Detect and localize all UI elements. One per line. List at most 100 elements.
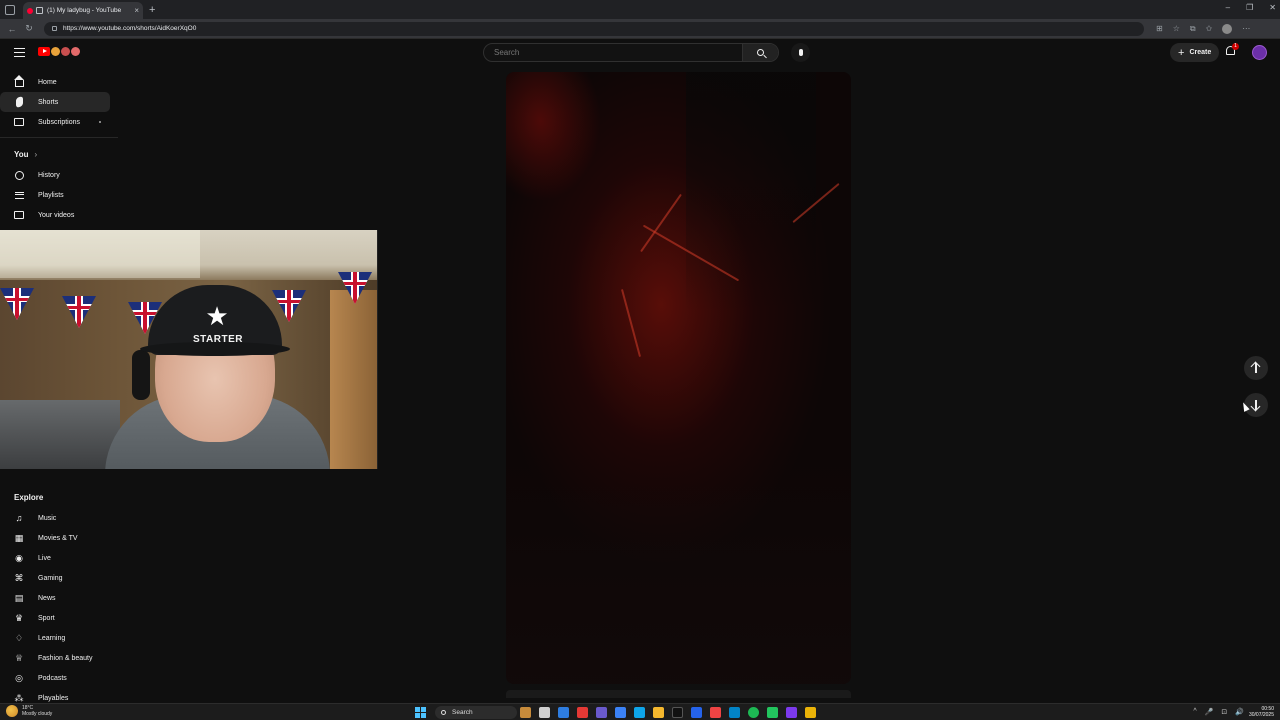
sidebar-item-home[interactable]: Home bbox=[0, 72, 110, 92]
network-icon[interactable]: ⊡ bbox=[1221, 708, 1227, 716]
taskbar-apps bbox=[520, 707, 816, 718]
doodle-icon bbox=[51, 47, 60, 56]
search-box bbox=[483, 43, 779, 62]
sidebar-item-gaming[interactable]: ⌘ Gaming bbox=[0, 568, 110, 588]
voice-search-button[interactable] bbox=[791, 43, 810, 62]
sidebar-section-you[interactable]: You › bbox=[0, 143, 118, 165]
app-icon[interactable] bbox=[691, 707, 702, 718]
close-window-button[interactable]: ✕ bbox=[1269, 3, 1276, 12]
video-bottom-fade bbox=[506, 452, 851, 684]
star-logo-icon: ★ bbox=[205, 302, 229, 332]
tiktok-app-icon[interactable] bbox=[672, 707, 683, 718]
sidebar-item-news[interactable]: ▤ News bbox=[0, 588, 110, 608]
podcasts-icon: ◎ bbox=[15, 672, 23, 683]
youtube-header: + Create 1 bbox=[0, 40, 1280, 65]
app-icon[interactable] bbox=[710, 707, 721, 718]
back-button[interactable]: ← bbox=[7, 24, 17, 34]
subscriptions-icon bbox=[14, 117, 24, 127]
browser-profile-avatar[interactable] bbox=[1222, 23, 1233, 34]
sidebar-item-sport[interactable]: ♛ Sport bbox=[0, 608, 110, 628]
doodle-icon bbox=[61, 47, 70, 56]
app-icon[interactable] bbox=[767, 707, 778, 718]
shorts-video-player[interactable] bbox=[506, 72, 851, 684]
app-icon[interactable] bbox=[805, 707, 816, 718]
sidebar-item-movies-tv[interactable]: ▦ Movies & TV bbox=[0, 528, 110, 548]
sidebar-item-history[interactable]: History bbox=[0, 165, 110, 185]
task-view-icon[interactable] bbox=[539, 707, 550, 718]
sidebar-item-podcasts[interactable]: ◎ Podcasts bbox=[0, 668, 110, 688]
weather-description: Mostly cloudy bbox=[22, 711, 53, 717]
notifications-button[interactable]: 1 bbox=[1225, 43, 1239, 59]
sidebar-section-explore: Explore bbox=[0, 486, 118, 508]
microphone-tray-icon[interactable]: 🎤 bbox=[1205, 708, 1214, 716]
app-icon[interactable] bbox=[786, 707, 797, 718]
account-avatar[interactable] bbox=[1252, 45, 1267, 60]
install-app-icon[interactable]: ⊞ bbox=[1156, 24, 1163, 33]
edge-app-icon[interactable] bbox=[634, 707, 645, 718]
app-icon[interactable] bbox=[729, 707, 740, 718]
sidebar-item-label: Learning bbox=[38, 634, 66, 642]
sidebar-item-learning[interactable]: ♢ Learning bbox=[0, 628, 110, 648]
windows-taskbar: 18°C Mostly cloudy Search ^ 🎤 ⊡ 🔊 00:50 … bbox=[0, 703, 1280, 720]
notification-badge: 1 bbox=[1232, 43, 1239, 50]
volume-icon[interactable]: 🔊 bbox=[1235, 708, 1244, 716]
next-short-preview[interactable] bbox=[506, 690, 851, 698]
sidebar: Home Shorts Subscriptions You › History … bbox=[0, 72, 118, 225]
store-app-icon[interactable] bbox=[615, 707, 626, 718]
tab-close-icon[interactable]: × bbox=[134, 6, 139, 15]
playables-icon: ⁂ bbox=[14, 692, 24, 703]
chrome-app-icon[interactable] bbox=[558, 707, 569, 718]
minimize-button[interactable]: – bbox=[1226, 3, 1230, 12]
create-label: Create bbox=[1189, 49, 1212, 56]
youtube-logo[interactable] bbox=[38, 47, 80, 56]
tab-favicon-icon bbox=[36, 7, 43, 14]
youtube-app-icon[interactable] bbox=[577, 707, 588, 718]
windows-start-icon[interactable] bbox=[415, 707, 426, 718]
teams-app-icon[interactable] bbox=[596, 707, 607, 718]
favorites-icon[interactable]: ✩ bbox=[1206, 24, 1213, 33]
home-icon bbox=[13, 75, 24, 87]
site-info-icon[interactable] bbox=[52, 26, 57, 31]
sidebar-item-shorts[interactable]: Shorts bbox=[0, 92, 110, 112]
search-button[interactable] bbox=[742, 44, 778, 61]
bookmark-star-icon[interactable]: ☆ bbox=[1173, 24, 1180, 33]
spotify-app-icon[interactable] bbox=[748, 707, 759, 718]
history-icon bbox=[14, 170, 24, 180]
file-explorer-icon[interactable] bbox=[653, 707, 664, 718]
address-bar: ← ↻ https://www.youtube.com/shorts/AidKo… bbox=[0, 19, 1280, 39]
weather-icon bbox=[6, 705, 18, 717]
sidebar-item-music[interactable]: ♫ Music bbox=[0, 508, 110, 528]
taskbar-search[interactable]: Search bbox=[435, 706, 517, 719]
music-icon: ♫ bbox=[15, 513, 23, 523]
search-input[interactable] bbox=[484, 48, 742, 57]
webcam-bunk-frame bbox=[330, 290, 377, 469]
sidebar-item-live[interactable]: ◉ Live bbox=[0, 548, 110, 568]
video-frame-shadow bbox=[686, 72, 816, 312]
webcam-overlay: ★ STARTER bbox=[0, 230, 378, 469]
widget-app-icon[interactable] bbox=[520, 707, 531, 718]
tab-strip-icon[interactable] bbox=[5, 4, 15, 15]
weather-widget[interactable]: 18°C Mostly cloudy bbox=[6, 705, 52, 717]
extensions-icon[interactable]: ⧉ bbox=[1190, 24, 1196, 34]
reload-button[interactable]: ↻ bbox=[24, 23, 34, 34]
sidebar-item-playlists[interactable]: Playlists bbox=[0, 185, 110, 205]
url-field[interactable]: https://www.youtube.com/shorts/AidKoerXq… bbox=[44, 21, 1144, 36]
maximize-button[interactable]: ❐ bbox=[1246, 3, 1253, 12]
browser-tab-active[interactable]: (1) My ladybug - YouTube × bbox=[23, 2, 143, 19]
playlists-icon bbox=[14, 190, 24, 200]
new-tab-button[interactable]: + bbox=[149, 4, 155, 16]
sidebar-item-label: Music bbox=[38, 514, 57, 522]
new-content-dot bbox=[99, 121, 101, 123]
tray-overflow-icon[interactable]: ^ bbox=[1193, 708, 1196, 716]
sidebar-item-label: Playlists bbox=[38, 191, 64, 199]
sidebar-item-your-videos[interactable]: Your videos bbox=[0, 205, 110, 225]
create-button[interactable]: + Create bbox=[1170, 43, 1220, 62]
section-title: You bbox=[14, 149, 29, 159]
previous-short-button[interactable] bbox=[1244, 356, 1268, 380]
guide-menu-icon[interactable] bbox=[14, 48, 25, 57]
taskbar-clock[interactable]: 00:50 30/07/2025 bbox=[1249, 706, 1274, 718]
sidebar-item-fashion-beauty[interactable]: ♕ Fashion & beauty bbox=[0, 648, 110, 668]
sidebar-item-label: Movies & TV bbox=[38, 534, 78, 542]
browser-menu-icon[interactable]: ⋯ bbox=[1242, 24, 1250, 33]
sidebar-item-subscriptions[interactable]: Subscriptions bbox=[0, 112, 110, 132]
